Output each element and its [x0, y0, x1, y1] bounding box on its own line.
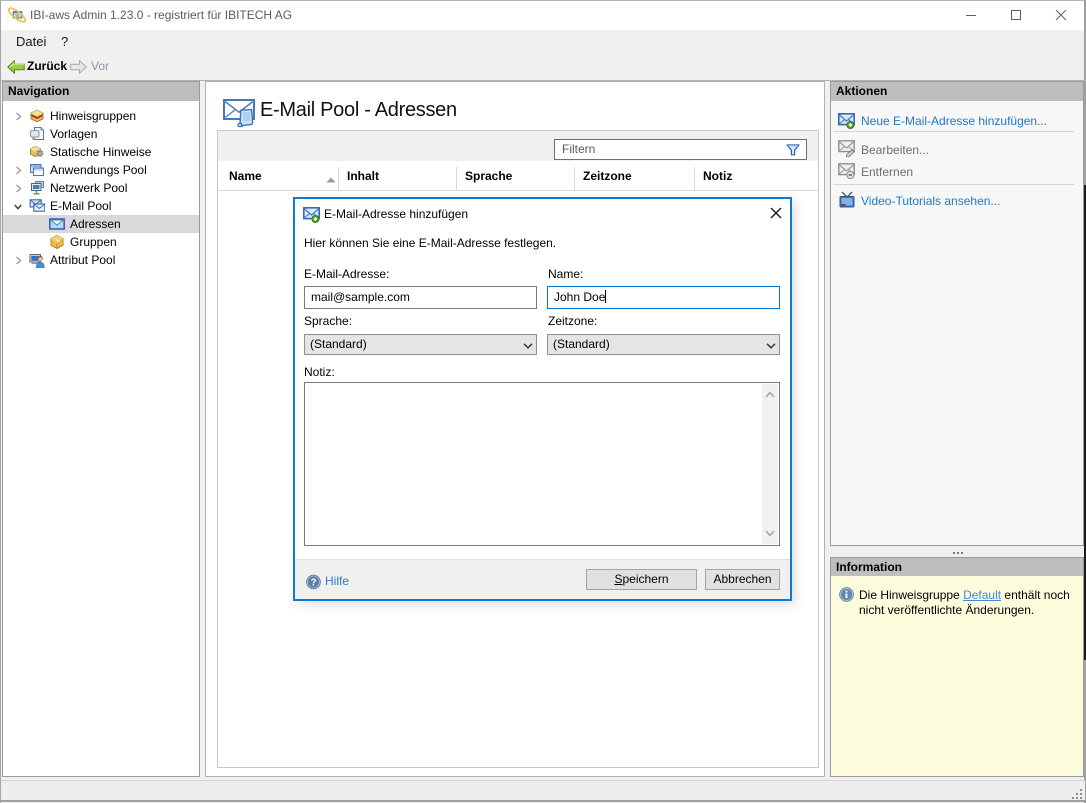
- svg-text:?: ?: [310, 578, 316, 589]
